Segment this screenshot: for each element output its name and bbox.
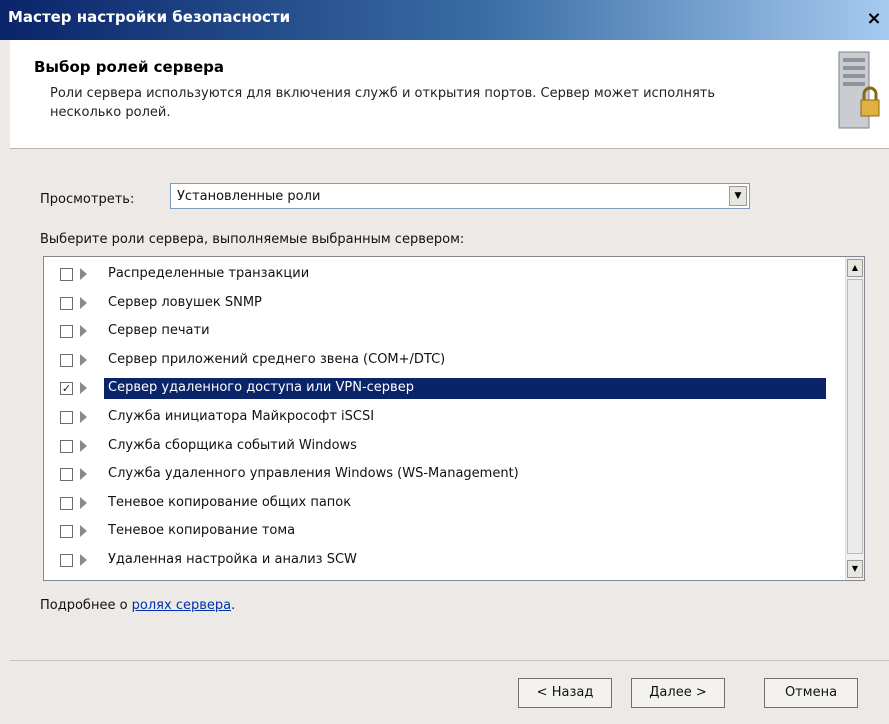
scroll-up-button[interactable]: ▲ <box>847 259 863 277</box>
view-label: Просмотреть: <box>40 192 135 207</box>
cancel-button[interactable]: Отмена <box>764 678 858 708</box>
roles-listbox[interactable]: ▲ ▼ Распределенные транзакции Сервер лову… <box>43 256 865 581</box>
role-arrow-icon <box>80 525 87 538</box>
page-title: Выбор ролей сервера <box>34 58 224 76</box>
scroll-thumb[interactable] <box>847 279 863 554</box>
window-title: Мастер настройки безопасности <box>8 8 291 26</box>
role-list-item[interactable]: Теневое копирование общих папок <box>44 490 834 518</box>
role-label: Теневое копирование общих папок <box>108 494 352 510</box>
role-arrow-icon <box>80 496 87 509</box>
more-info-suffix: . <box>231 598 236 613</box>
role-label: Сервер печати <box>108 323 210 339</box>
role-list-item[interactable]: Сервер печати <box>44 318 834 346</box>
role-list-item[interactable]: Служба удаленного управления Windows (WS… <box>44 461 834 489</box>
role-list-item[interactable]: Служба инициатора Майкрософт iSCSI <box>44 404 834 432</box>
role-label: Служба инициатора Майкрософт iSCSI <box>108 409 375 424</box>
view-select[interactable]: Установленные роли ▼ <box>170 183 750 209</box>
role-label: Удаленная настройка и анализ SCW <box>108 552 357 567</box>
role-arrow-icon <box>80 382 87 395</box>
role-label: Служба удаленного управления Windows (WS… <box>108 466 519 482</box>
role-arrow-icon <box>80 439 87 452</box>
role-arrow-icon <box>80 468 87 481</box>
role-label: Сервер ловушек SNMP <box>108 294 262 310</box>
role-checkbox[interactable] <box>60 411 73 424</box>
roles-scrollbar[interactable]: ▲ ▼ <box>845 257 864 580</box>
role-list-item[interactable]: Сервер приложений среднего звена (COM+/D… <box>44 347 834 375</box>
role-arrow-icon <box>80 411 87 423</box>
role-checkbox[interactable] <box>60 554 73 567</box>
close-button[interactable]: × <box>863 8 885 30</box>
role-list-item[interactable]: Распределенные транзакции <box>44 261 834 289</box>
page-description: Роли сервера используются для включения … <box>50 86 716 120</box>
role-list-item[interactable]: Сервер ловушек SNMP <box>44 290 834 318</box>
next-button[interactable]: Далее > <box>631 678 725 708</box>
role-checkbox[interactable] <box>60 468 73 482</box>
server-lock-icon <box>838 51 880 129</box>
chevron-down-icon[interactable]: ▼ <box>729 186 747 206</box>
role-checkbox[interactable] <box>60 296 73 310</box>
role-list-item[interactable]: Удаленная настройка и анализ SCW <box>44 547 834 575</box>
roles-instruction: Выберите роли сервера, выполняемые выбра… <box>40 232 465 247</box>
security-wizard-window: Мастер настройки безопасности × Выбор ро… <box>0 0 889 724</box>
role-label: Теневое копирование тома <box>108 523 296 539</box>
wizard-header: Выбор ролей сервера Роли сервера использ… <box>10 40 889 149</box>
title-bar: Мастер настройки безопасности × <box>0 0 889 40</box>
role-checkbox[interactable] <box>60 325 73 339</box>
role-arrow-icon <box>80 353 87 366</box>
role-label: Сервер приложений среднего звена (COM+/D… <box>108 351 446 367</box>
role-list-item[interactable]: Теневое копирование тома <box>44 518 834 546</box>
role-arrow-icon <box>80 554 87 566</box>
role-list-item[interactable]: Служба сборщика событий Windows <box>44 433 834 461</box>
server-roles-link[interactable]: ролях сервера <box>132 598 231 613</box>
role-arrow-icon <box>80 268 87 280</box>
role-checkbox[interactable] <box>60 353 73 367</box>
more-info-prefix: Подробнее о <box>40 598 132 613</box>
role-checkbox[interactable] <box>60 496 73 510</box>
role-list-item[interactable]: ✓ Сервер удаленного доступа или VPN-серве… <box>44 375 834 403</box>
role-label: Служба сборщика событий Windows <box>108 437 357 453</box>
role-label: Сервер удаленного доступа или VPN-сервер <box>108 380 414 396</box>
role-arrow-icon <box>80 296 87 309</box>
role-checkbox[interactable] <box>60 439 73 453</box>
view-select-value: Установленные роли <box>177 189 321 204</box>
role-arrow-icon <box>80 325 87 338</box>
role-checkbox[interactable] <box>60 268 73 281</box>
role-label: Распределенные транзакции <box>108 266 310 281</box>
scroll-down-button[interactable]: ▼ <box>847 560 863 578</box>
footer-divider <box>10 660 889 661</box>
role-checkbox[interactable] <box>60 525 73 539</box>
back-button[interactable]: < Назад <box>518 678 612 708</box>
more-info: Подробнее о ролях сервера. <box>40 598 235 613</box>
role-checkbox[interactable]: ✓ <box>60 382 73 396</box>
